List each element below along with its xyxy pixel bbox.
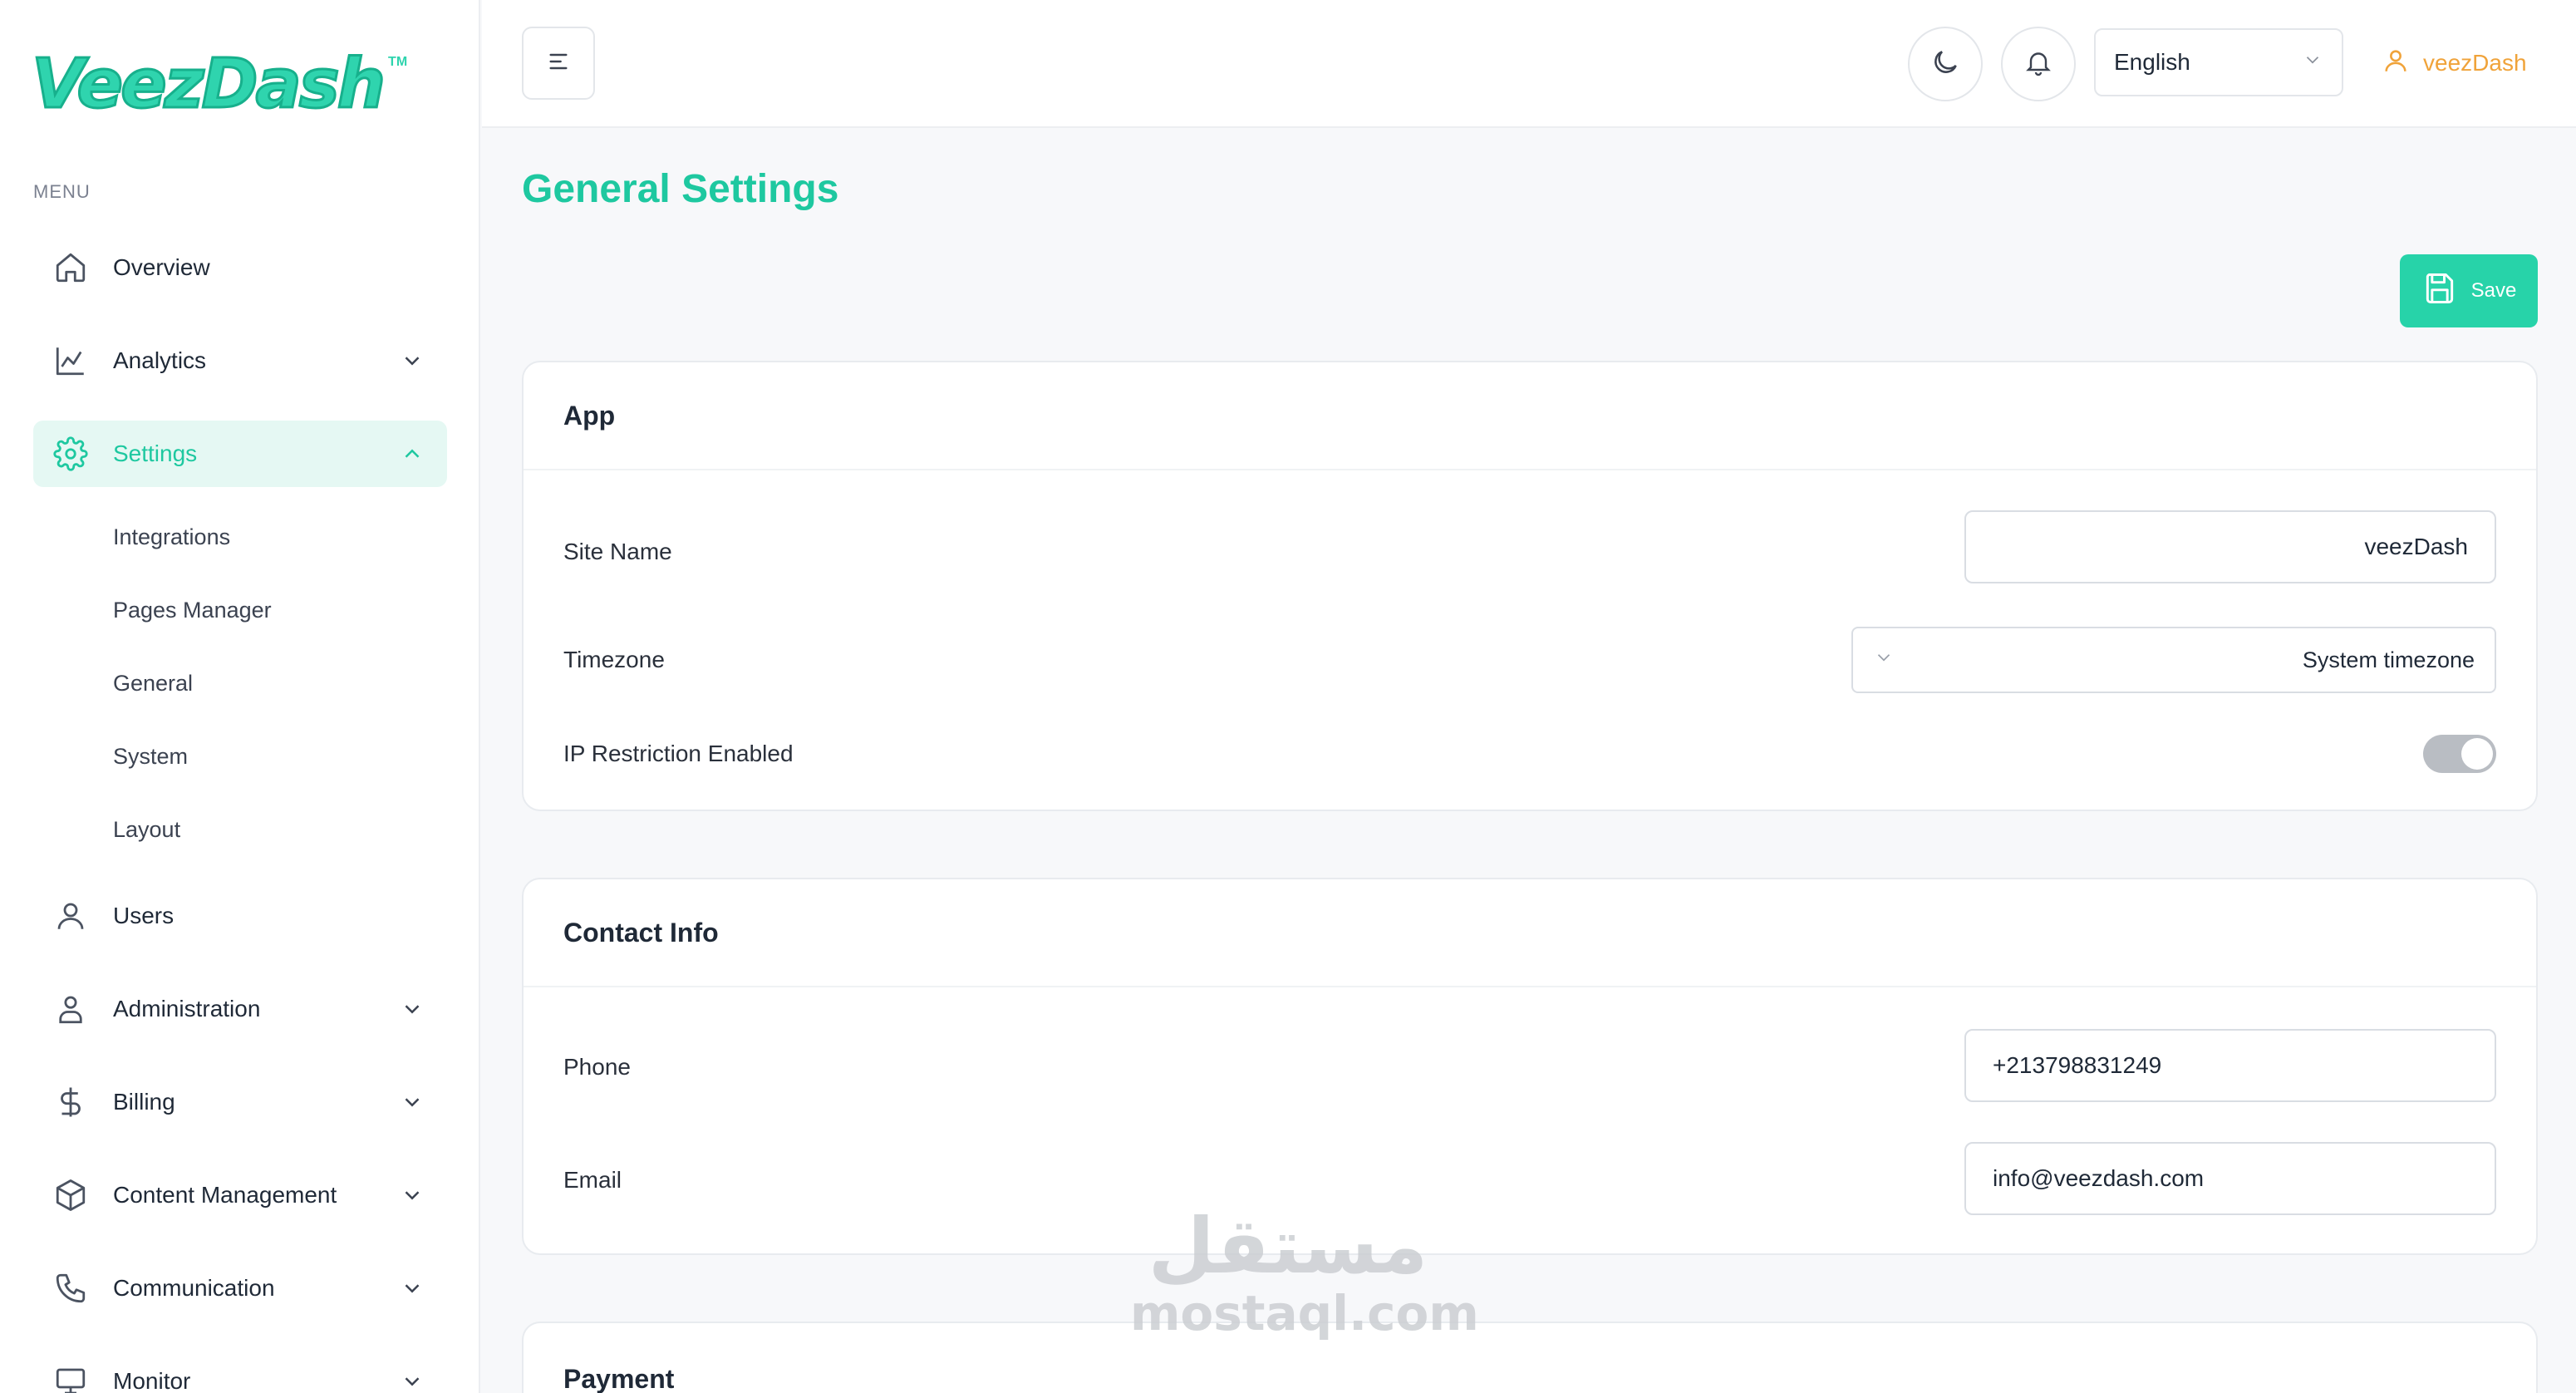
page-title: General Settings	[522, 167, 839, 211]
payment-card-title: Payment	[563, 1364, 675, 1393]
sidebar-item-label: Overview	[113, 254, 210, 280]
payment-card: Payment	[522, 1322, 2538, 1393]
contact-card-title: Contact Info	[524, 879, 2536, 987]
dark-mode-button[interactable]	[1908, 27, 1983, 101]
site-name-input[interactable]: veezDash	[1964, 510, 2496, 583]
sidebar-item-label: Content Management	[113, 1182, 337, 1208]
sidebar-subitem-system[interactable]: System	[33, 720, 447, 793]
bell-icon	[2023, 47, 2053, 81]
home-icon	[53, 250, 88, 285]
sidebar-item-overview[interactable]: Overview	[33, 234, 447, 301]
notifications-button[interactable]	[2001, 27, 2076, 101]
save-icon	[2421, 270, 2458, 313]
sidebar-item-label: Administration	[113, 996, 261, 1021]
phone-icon	[53, 1271, 88, 1306]
gear-icon	[53, 436, 88, 471]
sidebar-item-content-management[interactable]: Content Management	[33, 1162, 447, 1228]
phone-input[interactable]: +213798831249	[1964, 1029, 2496, 1102]
timezone-value: System timezone	[2302, 647, 2475, 672]
sidebar-item-billing[interactable]: Billing	[33, 1069, 447, 1135]
chevron-down-icon	[2302, 49, 2323, 76]
chevron-down-icon	[397, 346, 427, 376]
username: veezDash	[2423, 50, 2527, 76]
toggle-knob	[2461, 738, 2493, 770]
sidebar-item-monitor[interactable]: Monitor	[33, 1348, 447, 1393]
box-icon	[53, 1178, 88, 1213]
sidebar-item-communication[interactable]: Communication	[33, 1255, 447, 1322]
sidebar-nav: Overview Analytics Settings Integrations…	[33, 234, 447, 1393]
user-admin-icon	[53, 992, 88, 1026]
ip-restriction-label: IP Restriction Enabled	[563, 741, 794, 766]
sidebar-item-label: Users	[113, 903, 175, 928]
dollar-icon	[53, 1085, 88, 1120]
sidebar-item-analytics[interactable]: Analytics	[33, 327, 447, 394]
save-button[interactable]: Save	[2400, 254, 2538, 327]
brand-name: VeezDash	[30, 45, 386, 124]
chart-icon	[53, 343, 88, 378]
chevron-down-icon	[397, 994, 427, 1024]
menu-icon	[545, 48, 572, 79]
topbar: English veezDash	[482, 0, 2576, 128]
user-icon	[53, 898, 88, 933]
timezone-select[interactable]: System timezone	[1851, 627, 2496, 693]
sidebar-subitem-integrations[interactable]: Integrations	[33, 500, 447, 573]
language-value: English	[2114, 49, 2190, 75]
chevron-down-icon	[397, 1273, 427, 1303]
chevron-up-icon	[397, 439, 427, 469]
menu-toggle-button[interactable]	[522, 27, 595, 100]
user-icon	[2382, 47, 2423, 81]
user-menu[interactable]: veezDash	[2382, 42, 2527, 85]
settings-submenu: Integrations Pages Manager General Syste…	[33, 500, 447, 866]
sidebar-item-settings[interactable]: Settings	[33, 421, 447, 487]
email-input[interactable]: info@veezdash.com	[1964, 1142, 2496, 1215]
sidebar-subitem-layout[interactable]: Layout	[33, 793, 447, 866]
monitor-icon	[53, 1364, 88, 1393]
sidebar-subitem-general[interactable]: General	[33, 647, 447, 720]
app-card-title: App	[524, 362, 2536, 470]
sidebar-item-users[interactable]: Users	[33, 883, 447, 949]
ip-restriction-row: IP Restriction Enabled	[563, 733, 2496, 775]
chevron-down-icon	[397, 1180, 427, 1210]
moon-icon	[1930, 47, 1961, 82]
ip-restriction-toggle[interactable]	[2423, 735, 2496, 773]
sidebar-item-label: Billing	[113, 1089, 175, 1115]
sidebar-item-label: Monitor	[113, 1368, 191, 1393]
app-card: App Site Name veezDash Timezone System t…	[522, 361, 2538, 811]
sidebar: VeezDash TM MENU Overview Analytics Sett…	[0, 0, 480, 1393]
language-select[interactable]: English	[2094, 28, 2343, 96]
chevron-down-icon	[1873, 647, 1895, 674]
brand-logo[interactable]: VeezDash TM	[30, 45, 408, 130]
save-label: Save	[2470, 279, 2517, 302]
menu-caption: MENU	[33, 181, 91, 202]
sidebar-item-label: Analytics	[113, 347, 207, 373]
sidebar-subitem-pages-manager[interactable]: Pages Manager	[33, 573, 447, 647]
chevron-down-icon	[397, 1087, 427, 1117]
sidebar-item-administration[interactable]: Administration	[33, 976, 447, 1042]
sidebar-item-label: Settings	[113, 441, 198, 466]
brand-trademark: TM	[388, 55, 408, 69]
sidebar-item-label: Communication	[113, 1275, 275, 1301]
chevron-down-icon	[397, 1366, 427, 1393]
contact-card: Contact Info Phone +213798831249 Email i…	[522, 878, 2538, 1255]
